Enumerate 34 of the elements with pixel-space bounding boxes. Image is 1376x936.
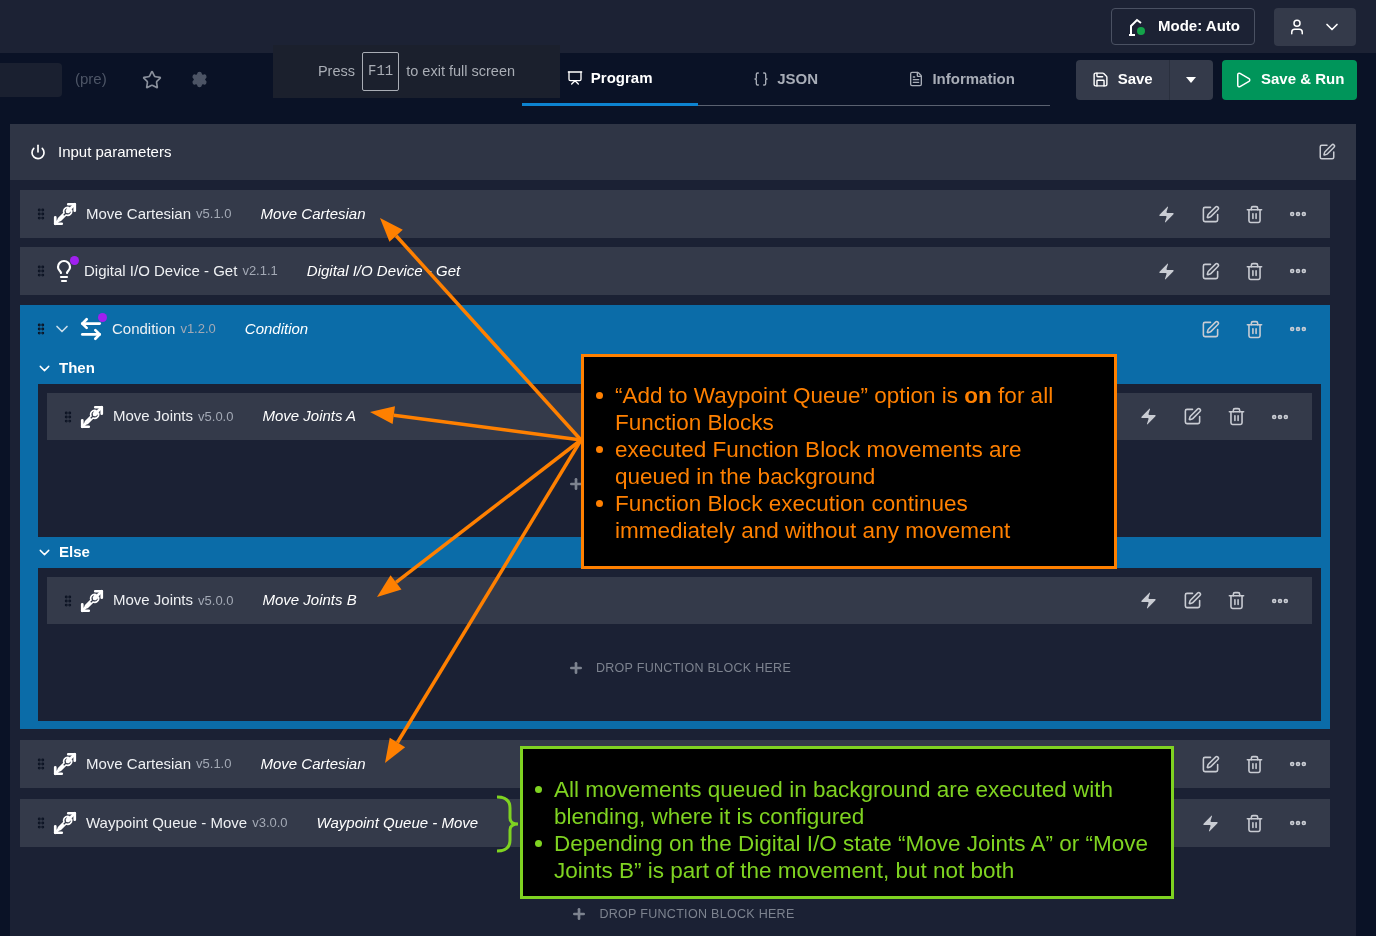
block-version: v1.2.0 (180, 320, 216, 339)
block-label: Condition (244, 318, 309, 339)
block-label: Waypoint Queue - Move (316, 812, 479, 833)
block-name: Condition (112, 318, 176, 339)
block-label: Digital I/O Device - Get (306, 260, 461, 281)
section-title: Input parameters (58, 141, 172, 162)
block-version: v2.1.1 (242, 262, 278, 281)
block-version: v5.1.0 (196, 205, 232, 224)
callout-text: Depending on the Digital I/O state “Move Joints A” or “Move Joints B” is part of the movement, but not both (554, 830, 1149, 884)
drop-hint: DROP FUNCTION BLOCK HERE (595, 659, 792, 677)
callout-text: Function Block execution continues immediately and without any movement (615, 490, 1012, 544)
block-name: Move Cartesian (86, 203, 192, 224)
branch-label: Then (59, 358, 95, 379)
branch-label: Else (59, 542, 90, 563)
notice-text: to exit full screen (406, 61, 516, 81)
block-name: Move Cartesian (86, 753, 192, 774)
block-name: Waypoint Queue - Move (86, 812, 248, 833)
drop-hint: DROP FUNCTION BLOCK HERE (599, 906, 795, 923)
block-version: v5.0.0 (198, 591, 234, 610)
key-hint: F11 (362, 52, 400, 91)
block-label: Move Joints A (262, 406, 357, 427)
title-suffix: (pre) (75, 69, 107, 90)
callout-text: executed Function Block movements are queued in the background (615, 436, 1023, 490)
block-name: Move Joints (113, 406, 194, 427)
block-version: v3.0.0 (252, 814, 288, 833)
block-label: Move Cartesian (260, 753, 366, 774)
notice-text: Press (317, 61, 355, 81)
block-version: v5.0.0 (198, 407, 234, 426)
block-name: Move Joints (113, 590, 194, 611)
block-version: v5.1.0 (196, 755, 232, 774)
block-label: Move Joints B (262, 590, 357, 611)
block-label: Move Cartesian (260, 203, 366, 224)
block-name: Digital I/O Device - Get (84, 260, 238, 281)
callout-text: All movements queued in background are executed with blending, where it is configured (554, 776, 1115, 830)
